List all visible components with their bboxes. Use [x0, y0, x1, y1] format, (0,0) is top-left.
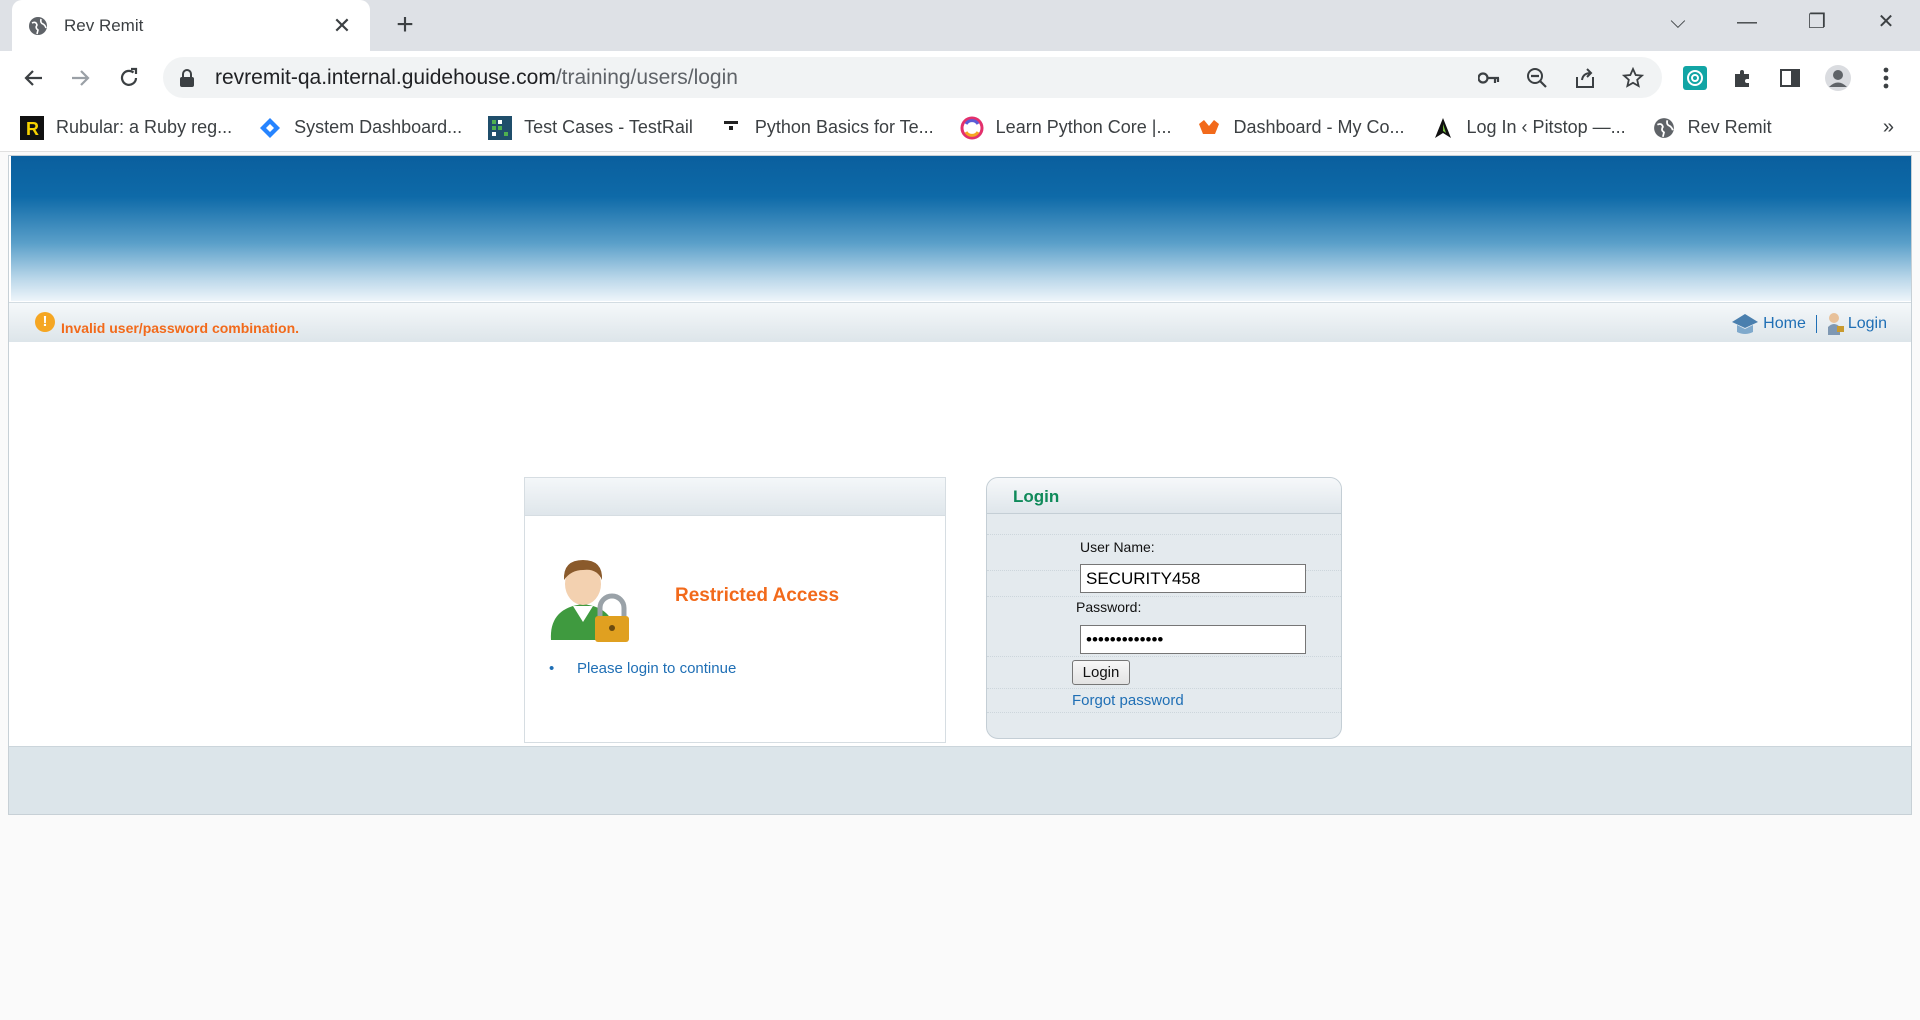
- bookmark-item[interactable]: System Dashboard...: [258, 116, 462, 140]
- url-path: /training/users/login: [555, 65, 738, 89]
- bookmark-label: Python Basics for Te...: [754, 117, 934, 137]
- url-host: revremit-qa.internal.guidehouse.com: [215, 65, 556, 89]
- locked-user-icon: [550, 560, 629, 642]
- python-basics-icon: [719, 116, 743, 140]
- bookmark-item[interactable]: Python Basics for Te...: [719, 116, 934, 140]
- login-panel-title: Login: [987, 478, 1341, 514]
- zoom-out-icon[interactable]: [1524, 65, 1550, 91]
- header-nav: Home Login: [1731, 312, 1887, 336]
- svg-text:R: R: [26, 119, 39, 139]
- bookmark-item[interactable]: R Rubular: a Ruby reg...: [20, 115, 233, 140]
- forgot-password-link[interactable]: Forgot password: [1072, 692, 1184, 709]
- bookmark-label: Dashboard - My Co...: [1233, 117, 1405, 137]
- jira-icon: [258, 116, 282, 140]
- profile-avatar-icon[interactable]: [1824, 64, 1852, 92]
- learn-python-icon: [960, 116, 984, 140]
- bookmark-star-icon[interactable]: [1620, 65, 1646, 91]
- message-bar: ! Invalid user/password combination. Hom…: [9, 302, 1911, 342]
- testrail-icon: [488, 115, 513, 140]
- browser-menu-icon[interactable]: [1872, 64, 1900, 92]
- error-message: Invalid user/password combination.: [61, 320, 300, 336]
- row-divider: [987, 596, 1341, 597]
- globe-icon: [1652, 116, 1676, 140]
- login-button[interactable]: Login: [1072, 660, 1130, 685]
- login-link[interactable]: Login: [1848, 315, 1887, 333]
- password-input[interactable]: [1080, 625, 1306, 654]
- share-icon[interactable]: [1572, 65, 1598, 91]
- header-banner: [11, 156, 1911, 301]
- address-bar[interactable]: revremit-qa.internal.guidehouse.com/trai…: [163, 57, 1662, 98]
- restore-icon[interactable]: ❐: [1797, 8, 1837, 36]
- row-divider: [987, 712, 1341, 713]
- row-divider: [987, 688, 1341, 689]
- forward-icon[interactable]: [66, 63, 96, 93]
- extensions-puzzle-icon[interactable]: [1729, 64, 1757, 92]
- bookmark-label: System Dashboard...: [294, 117, 463, 137]
- nav-separator: [1815, 315, 1817, 333]
- username-label: User Name:: [1080, 539, 1155, 555]
- bookmark-label: Rubular: a Ruby reg...: [56, 117, 233, 137]
- home-link[interactable]: Home: [1763, 315, 1806, 333]
- url-text: revremit-qa.internal.guidehouse.com/trai…: [215, 66, 1454, 90]
- minimize-icon[interactable]: —: [1727, 8, 1767, 36]
- more-bookmarks-icon[interactable]: »: [1883, 116, 1894, 139]
- home-icon: [1732, 314, 1759, 334]
- login-panel: Login User Name: Password: Login Forgot …: [986, 477, 1342, 739]
- bookmark-label: Rev Remit: [1687, 117, 1772, 137]
- new-tab-icon[interactable]: +: [390, 10, 420, 40]
- back-icon[interactable]: [18, 63, 48, 93]
- rubular-icon: R: [20, 115, 44, 140]
- close-tab-icon[interactable]: ✕: [330, 13, 354, 39]
- globe-icon: [29, 16, 47, 35]
- login-prompt-text: Please login to continue: [549, 660, 736, 677]
- bookmark-item[interactable]: Log In ‹ Pitstop —...: [1431, 116, 1626, 140]
- row-divider: [987, 534, 1341, 535]
- bookmark-item[interactable]: Test Cases - TestRail: [488, 115, 693, 140]
- close-window-icon[interactable]: ✕: [1866, 8, 1906, 36]
- restricted-access-panel: Restricted Access Please login to contin…: [524, 477, 946, 743]
- warning-icon: !: [35, 312, 55, 332]
- extension-teal-icon[interactable]: [1681, 64, 1709, 92]
- bookmark-item[interactable]: Learn Python Core |...: [960, 116, 1172, 140]
- panel-header: [525, 478, 945, 516]
- username-input[interactable]: [1080, 564, 1306, 593]
- restricted-access-title: Restricted Access: [675, 585, 840, 606]
- key-icon[interactable]: [1476, 65, 1502, 91]
- side-panel-icon[interactable]: [1776, 64, 1804, 92]
- login-user-icon: [1827, 313, 1844, 335]
- tab-strip: Rev Remit ✕ + ⌵ — ❐ ✕: [0, 0, 1920, 51]
- row-divider: [987, 656, 1341, 657]
- pitstop-icon: [1431, 116, 1455, 140]
- page-footer: [9, 746, 1911, 814]
- bookmark-label: Log In ‹ Pitstop —...: [1466, 117, 1626, 137]
- bookmark-label: Learn Python Core |...: [995, 117, 1172, 137]
- browser-toolbar: revremit-qa.internal.guidehouse.com/trai…: [0, 51, 1920, 104]
- bookmark-item[interactable]: Rev Remit: [1652, 116, 1772, 140]
- tab-search-icon[interactable]: ⌵: [1658, 8, 1698, 36]
- browser-tab[interactable]: Rev Remit ✕: [12, 0, 370, 51]
- page-content: ! Invalid user/password combination. Hom…: [8, 155, 1912, 815]
- password-label: Password:: [1076, 599, 1142, 615]
- dashboard-icon: [1197, 116, 1221, 140]
- bookmarks-bar: R Rubular: a Ruby reg... System Dashboar…: [0, 104, 1920, 152]
- bookmark-label: Test Cases - TestRail: [524, 117, 693, 137]
- lock-icon: [180, 68, 194, 87]
- tab-title: Rev Remit: [64, 15, 144, 35]
- reload-icon[interactable]: [114, 63, 144, 93]
- bookmark-item[interactable]: Dashboard - My Co...: [1197, 116, 1405, 140]
